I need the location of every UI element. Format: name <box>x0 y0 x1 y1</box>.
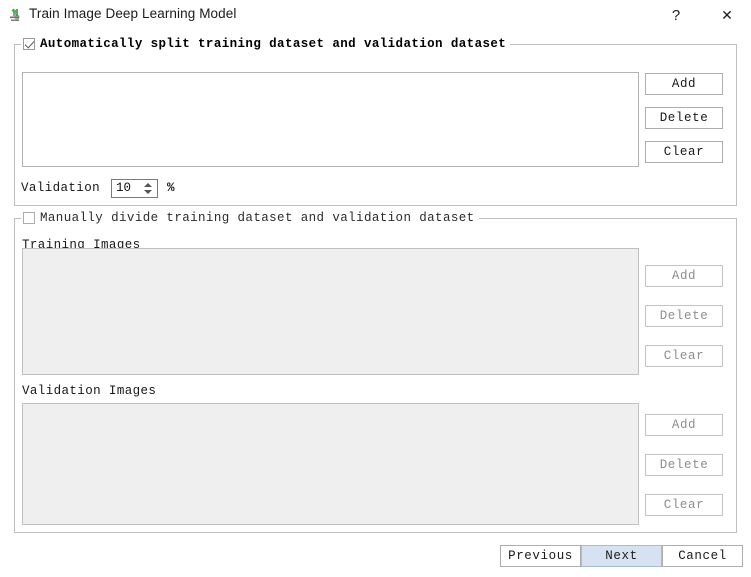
spinner-arrows[interactable] <box>141 180 157 197</box>
training-clear-button[interactable]: Clear <box>645 345 723 367</box>
auto-split-checkbox-label: Automatically split training dataset and… <box>40 37 507 51</box>
validation-percent-value[interactable]: 10 <box>112 180 141 197</box>
auto-add-button[interactable]: Add <box>645 73 723 95</box>
validation-delete-button[interactable]: Delete <box>645 454 723 476</box>
auto-split-checkbox-box[interactable] <box>23 38 35 50</box>
validation-percent-label: Validation <box>21 181 101 195</box>
window-title: Train Image Deep Learning Model <box>29 6 237 21</box>
validation-clear-button[interactable]: Clear <box>645 494 723 516</box>
training-add-button[interactable]: Add <box>645 265 723 287</box>
validation-add-button[interactable]: Add <box>645 414 723 436</box>
auto-delete-button[interactable]: Delete <box>645 107 723 129</box>
spinner-up-icon[interactable] <box>144 182 153 187</box>
validation-images-list[interactable] <box>22 403 639 525</box>
auto-split-image-list[interactable] <box>22 72 639 167</box>
validation-percent-stepper[interactable]: 10 <box>111 178 159 198</box>
help-button[interactable]: ? <box>653 0 699 30</box>
window-title-bar: Train Image Deep Learning Model ? ✕ <box>0 0 751 30</box>
training-delete-button[interactable]: Delete <box>645 305 723 327</box>
auto-split-checkbox[interactable]: Automatically split training dataset and… <box>21 36 511 52</box>
validation-images-label: Validation Images <box>22 384 157 398</box>
manual-divide-checkbox[interactable]: Manually divide training dataset and val… <box>21 210 479 226</box>
next-button[interactable]: Next <box>581 545 662 567</box>
manual-divide-checkbox-box[interactable] <box>23 212 35 224</box>
training-images-list[interactable] <box>22 248 639 375</box>
validation-percent-row: Validation 10 % <box>21 178 175 198</box>
auto-clear-button[interactable]: Clear <box>645 141 723 163</box>
cancel-button[interactable]: Cancel <box>662 545 743 567</box>
percent-sign-label: % <box>167 181 175 195</box>
close-button[interactable]: ✕ <box>704 0 750 30</box>
previous-button[interactable]: Previous <box>500 545 581 567</box>
app-microscope-icon <box>7 7 23 23</box>
spinner-down-icon[interactable] <box>144 189 153 194</box>
manual-divide-checkbox-label: Manually divide training dataset and val… <box>40 211 475 225</box>
